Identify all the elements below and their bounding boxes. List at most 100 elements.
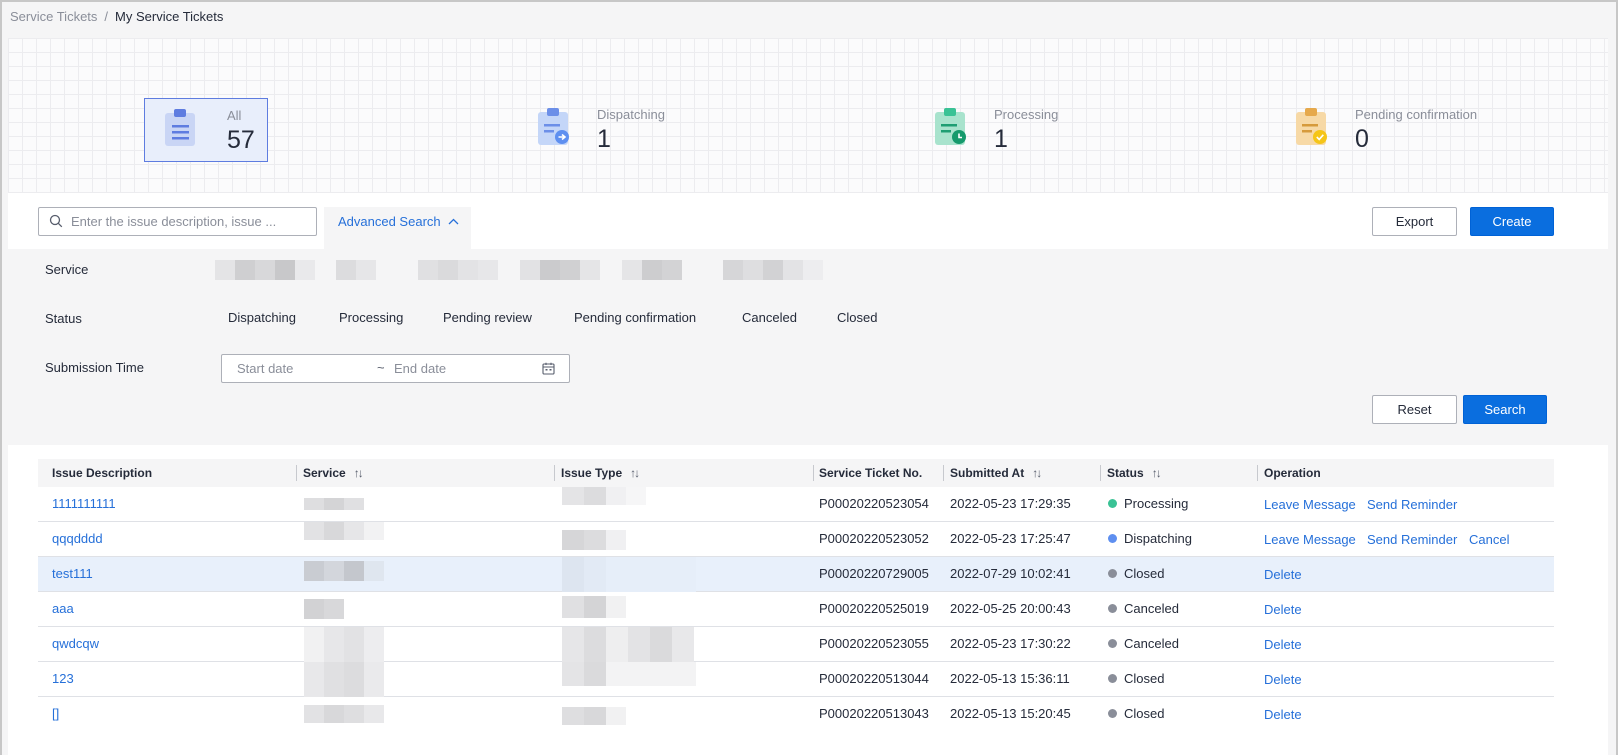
status-cell: Closed: [1108, 671, 1164, 686]
status-option-closed[interactable]: Closed: [837, 310, 877, 325]
stat-label-dispatching: Dispatching: [597, 107, 665, 122]
column-header-ticket-no: Service Ticket No.: [819, 466, 923, 480]
service-option-1[interactable]: [215, 260, 315, 280]
service-option-4[interactable]: [520, 260, 600, 280]
status-option-dispatching[interactable]: Dispatching: [228, 310, 296, 325]
stat-label-processing: Processing: [994, 107, 1059, 122]
issue-description-link[interactable]: test111: [52, 566, 93, 581]
ticket-number: P00020220729005: [819, 566, 929, 581]
delete-link[interactable]: Delete: [1264, 672, 1302, 687]
clipboard-list-icon: [165, 109, 195, 146]
column-divider[interactable]: [813, 465, 814, 481]
status-filter-label: Status: [45, 311, 82, 326]
sort-icon[interactable]: ↑↓: [1152, 466, 1162, 480]
column-divider[interactable]: [943, 465, 944, 481]
stat-card-all[interactable]: All 57: [144, 98, 268, 162]
service-option-2[interactable]: [336, 260, 376, 280]
clipboard-dispatch-icon: [538, 108, 569, 145]
issue-description-link[interactable]: aaa: [52, 601, 74, 616]
service-cell-redacted: [304, 662, 388, 697]
status-text: Processing: [1124, 496, 1189, 511]
send-reminder-link[interactable]: Send Reminder: [1367, 497, 1457, 512]
column-divider[interactable]: [1100, 465, 1101, 481]
column-header-status-label: Status: [1107, 466, 1144, 480]
export-button[interactable]: Export: [1372, 207, 1457, 236]
start-date-input[interactable]: Start date: [237, 361, 293, 376]
stat-card-processing[interactable]: Processing 1: [934, 98, 1134, 162]
stat-value-dispatching: 1: [597, 125, 611, 153]
sort-icon[interactable]: ↑↓: [630, 466, 640, 480]
column-header-submitted-at[interactable]: Submitted At ↑↓: [950, 466, 1042, 480]
stat-card-dispatching[interactable]: Dispatching 1: [537, 98, 737, 162]
stat-value-processing: 1: [994, 125, 1008, 153]
column-header-operation: Operation: [1264, 466, 1321, 480]
advanced-search-toggle[interactable]: Advanced Search: [324, 207, 471, 250]
delete-link[interactable]: Delete: [1264, 602, 1302, 617]
stat-card-pending-confirmation[interactable]: Pending confirmation 0: [1295, 98, 1535, 162]
status-text: Closed: [1124, 706, 1165, 721]
delete-link[interactable]: Delete: [1264, 567, 1302, 582]
delete-link[interactable]: Delete: [1264, 637, 1302, 652]
column-header-service[interactable]: Service ↑↓: [303, 466, 364, 480]
status-text: Canceled: [1124, 636, 1179, 651]
leave-message-link[interactable]: Leave Message: [1264, 532, 1356, 547]
breadcrumb-link-service-tickets[interactable]: Service Tickets: [10, 9, 97, 24]
submitted-at: 2022-05-25 20:00:43: [950, 601, 1071, 616]
issue-type-cell-redacted: [562, 707, 628, 725]
issue-type-cell-redacted: [562, 530, 628, 550]
search-input[interactable]: [71, 211, 311, 232]
end-date-input[interactable]: End date: [394, 361, 446, 376]
column-header-issue-type[interactable]: Issue Type ↑↓: [561, 466, 640, 480]
ticket-number: P00020220523052: [819, 531, 929, 546]
leave-message-link[interactable]: Leave Message: [1264, 497, 1356, 512]
service-option-3[interactable]: [418, 260, 498, 280]
sort-icon[interactable]: ↑↓: [1032, 466, 1042, 480]
issue-description-link[interactable]: 123: [52, 671, 74, 686]
advanced-search-panel: Service Status Dispatching Processing Pe…: [8, 249, 1608, 445]
search-button[interactable]: Search: [1463, 395, 1547, 424]
status-cell: Canceled: [1108, 636, 1179, 651]
table-row: qwdcqw P00020220523055 2022-05-23 17:30:…: [38, 627, 1554, 662]
status-option-pending-confirmation[interactable]: Pending confirmation: [574, 310, 696, 325]
calendar-icon[interactable]: [542, 362, 555, 375]
column-header-service-label: Service: [303, 466, 346, 480]
status-dot: [1108, 569, 1117, 578]
issue-type-cell-redacted: [562, 662, 696, 686]
create-button[interactable]: Create: [1470, 207, 1554, 236]
column-divider[interactable]: [554, 465, 555, 481]
date-range-picker[interactable]: Start date ~ End date: [221, 354, 570, 383]
submitted-at: 2022-05-13 15:20:45: [950, 706, 1071, 721]
submitted-at: 2022-07-29 10:02:41: [950, 566, 1071, 581]
service-filter-label: Service: [45, 262, 89, 277]
submission-time-label: Submission Time: [45, 360, 144, 375]
reset-button[interactable]: Reset: [1372, 395, 1457, 424]
table-header: Issue Description Service ↑↓ Issue Type ↑↓…: [38, 459, 1554, 487]
submitted-at: 2022-05-23 17:25:47: [950, 531, 1071, 546]
delete-link[interactable]: Delete: [1264, 707, 1302, 722]
status-cell: Closed: [1108, 566, 1164, 581]
column-header-status[interactable]: Status ↑↓: [1107, 466, 1162, 480]
send-reminder-link[interactable]: Send Reminder: [1367, 532, 1457, 547]
service-cell-redacted: [304, 498, 366, 510]
status-dot: [1108, 604, 1117, 613]
cancel-link[interactable]: Cancel: [1469, 532, 1509, 547]
issue-description-link[interactable]: 1111111111: [52, 496, 116, 511]
table-row: 1111111111 P00020220523054 2022-05-23 17…: [38, 487, 1554, 522]
service-cell-redacted: [304, 627, 388, 662]
search-icon: [49, 214, 63, 228]
column-header-issue-description: Issue Description: [52, 466, 153, 480]
service-option-5[interactable]: [622, 260, 682, 280]
issue-description-link[interactable]: qqqdddd: [52, 531, 103, 546]
service-cell-redacted: [304, 599, 346, 619]
table-row: test111 P00020220729005 2022-07-29 10:02…: [38, 557, 1554, 592]
issue-description-link[interactable]: []: [52, 706, 59, 721]
status-option-pending-review[interactable]: Pending review: [443, 310, 532, 325]
issue-description-link[interactable]: qwdcqw: [52, 636, 99, 651]
status-option-canceled[interactable]: Canceled: [742, 310, 797, 325]
service-option-6[interactable]: [723, 260, 823, 280]
column-divider[interactable]: [296, 465, 297, 481]
column-divider[interactable]: [1257, 465, 1258, 481]
sort-icon[interactable]: ↑↓: [354, 466, 364, 480]
status-option-processing[interactable]: Processing: [339, 310, 403, 325]
service-cell-redacted: [304, 705, 388, 723]
